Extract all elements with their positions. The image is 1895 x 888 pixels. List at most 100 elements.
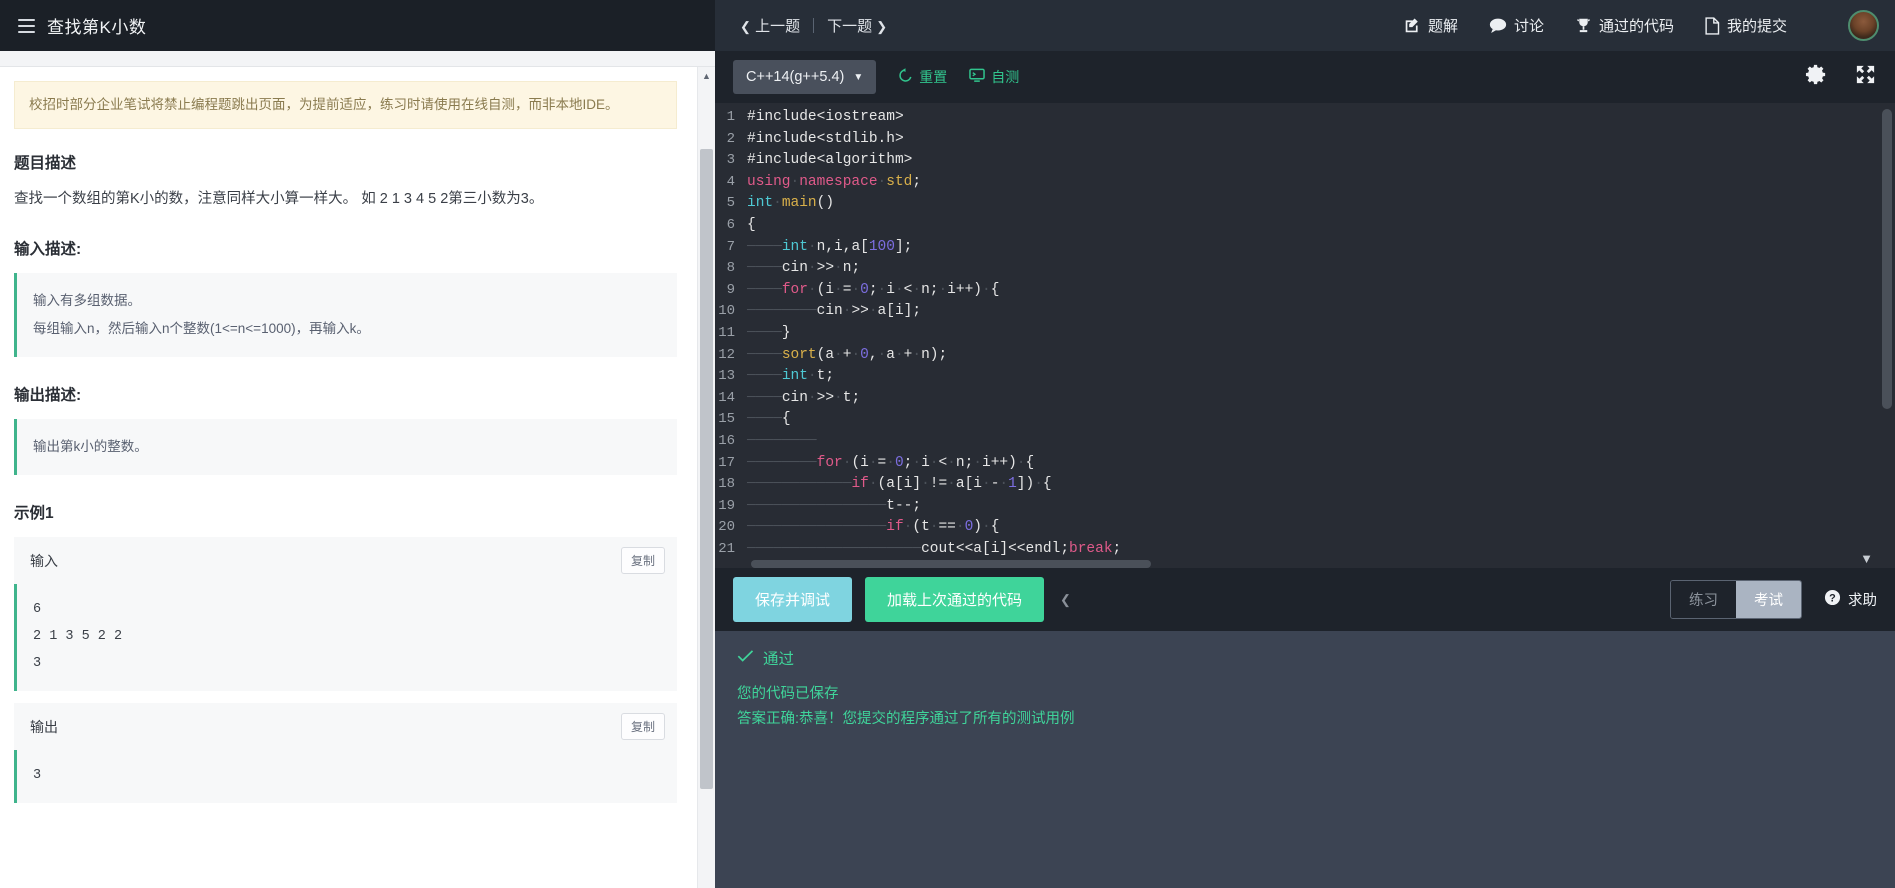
example-output-block: 输出 复制 3 xyxy=(14,703,677,803)
mode-exam-option[interactable]: 考试 xyxy=(1736,581,1801,618)
speech-bubble-icon xyxy=(1489,17,1507,34)
line-content: ────────────────────cout<<a[i]<<endl;bre… xyxy=(747,540,1122,557)
line-content: #include<stdlib.h> xyxy=(747,130,904,147)
reset-button[interactable]: 重置 xyxy=(898,67,947,87)
next-problem-button[interactable]: 下一题 ❯ xyxy=(827,15,887,36)
problem-navigation: ❮ 上一题 下一题 ❯ xyxy=(740,15,887,36)
code-line[interactable]: 5 int·main() xyxy=(715,193,1879,215)
prev-problem-button[interactable]: ❮ 上一题 xyxy=(740,15,800,36)
line-number: 9 xyxy=(726,281,735,298)
code-editor[interactable]: 1 #include<iostream> 2 #include<stdlib.h> 3 #… xyxy=(715,103,1895,568)
line-content: using·namespace·std; xyxy=(747,173,922,190)
line-content: ────for·(i·=·0;·i·<·n;·i++)·{ xyxy=(747,281,1000,298)
copy-output-button[interactable]: 复制 xyxy=(620,713,665,740)
example-output-label: 输出 xyxy=(30,718,58,735)
line-number: 16 xyxy=(718,432,735,449)
header-item-passed-code[interactable]: 通过的代码 xyxy=(1575,15,1674,36)
example-output-value: 3 xyxy=(14,750,677,803)
scroll-up-icon[interactable]: ▲ xyxy=(698,67,715,85)
output-heading: 输出描述: xyxy=(14,387,82,404)
save-and-debug-button[interactable]: 保存并调试 xyxy=(733,577,853,622)
line-content: ────────────if·(a[i]·!=·a[i·-·1])·{ xyxy=(747,476,1052,493)
scrollbar-thumb[interactable] xyxy=(1882,109,1892,409)
gear-icon[interactable] xyxy=(1805,63,1828,91)
line-number: 5 xyxy=(726,195,735,212)
line-number: 19 xyxy=(718,497,735,514)
code-line[interactable]: 16 ──────── xyxy=(715,431,1879,453)
example-heading: 示例1 xyxy=(14,505,54,522)
code-line[interactable]: 18 ────────────if·(a[i]·!=·a[i·-·1])·{ xyxy=(715,474,1879,496)
line-content: int·main() xyxy=(747,195,835,212)
edit-square-icon xyxy=(1404,17,1421,34)
code-line[interactable]: 6{ xyxy=(715,215,1879,237)
line-number: 4 xyxy=(726,173,735,190)
code-line[interactable]: 20 ────────────────if·(t·==·0)·{ xyxy=(715,517,1879,539)
left-panel-scrollbar[interactable]: ▲ xyxy=(697,67,715,888)
code-line[interactable]: 11 ────} xyxy=(715,323,1879,345)
header-item-my-submissions[interactable]: 我的提交 xyxy=(1705,15,1787,36)
code-line[interactable]: 12 ────sort(a·+·0,·a·+·n); xyxy=(715,345,1879,367)
line-content: ────────────────if·(t·==·0)·{ xyxy=(747,519,1000,536)
status-badge: 通过 xyxy=(737,647,1873,669)
example-input-value: 6 2 1 3 5 2 2 3 xyxy=(14,584,677,691)
left-tab-strip xyxy=(0,51,715,67)
header-item-solution[interactable]: 题解 xyxy=(1404,15,1458,36)
line-content: ────int·n,i,a[100]; xyxy=(747,238,913,255)
editor-horizontal-scrollbar[interactable] xyxy=(751,560,1151,568)
line-number: 13 xyxy=(718,368,735,385)
language-selector[interactable]: C++14(g++5.4) ▼ xyxy=(733,60,877,94)
self-test-button[interactable]: 自测 xyxy=(969,67,1019,87)
monitor-icon xyxy=(969,68,986,86)
code-line[interactable]: 2 #include<stdlib.h> xyxy=(715,129,1879,151)
status-message: 您的代码已保存 xyxy=(737,686,839,702)
code-line[interactable]: 3 #include<algorithm> xyxy=(715,150,1879,172)
load-last-passed-code-button[interactable]: 加载上次通过的代码 xyxy=(865,577,1045,622)
line-number: 7 xyxy=(726,238,735,255)
code-line[interactable]: 1 #include<iostream> xyxy=(715,107,1879,129)
input-desc-line: 每组输入n，然后输入n个整数(1<=n<=1000)，再输入k。 xyxy=(33,321,370,336)
editor-scrollbar[interactable] xyxy=(1879,103,1895,568)
code-line[interactable]: 8 ────cin·>>·n; xyxy=(715,258,1879,280)
mode-practice-option[interactable]: 练习 xyxy=(1671,581,1736,618)
code-line[interactable]: 14 ────cin·>>·t; xyxy=(715,388,1879,410)
chevron-down-icon: ▼ xyxy=(853,71,864,83)
hamburger-icon[interactable] xyxy=(18,18,35,33)
check-icon xyxy=(737,649,754,668)
code-line[interactable]: 21 ────────────────────cout<<a[i]<<endl;b… xyxy=(715,539,1879,561)
code-line[interactable]: 15 ────{ xyxy=(715,409,1879,431)
code-line[interactable]: 4 using·namespace·std; xyxy=(715,172,1879,194)
chevron-left-icon: ❮ xyxy=(740,19,751,34)
help-button[interactable]: ? 求助 xyxy=(1824,589,1877,610)
line-content: ────cin·>>·t; xyxy=(747,389,861,406)
line-number: 18 xyxy=(718,476,735,493)
code-line[interactable]: 13 ────int·t; xyxy=(715,366,1879,388)
status-message: 答案正确:恭喜！您提交的程序通过了所有的测试用例 xyxy=(737,711,1075,727)
header-actions: 题解 讨论 通过的代码 我的提交 xyxy=(1404,10,1879,41)
chevron-down-icon[interactable]: ▼ xyxy=(1860,551,1873,566)
line-content: ────int·t; xyxy=(747,368,835,385)
copy-input-button[interactable]: 复制 xyxy=(620,547,665,574)
line-content: ────────for·(i·=·0;·i·<·n;·i++)·{ xyxy=(747,454,1035,471)
line-content: #include<iostream> xyxy=(747,109,904,125)
avatar[interactable] xyxy=(1848,10,1879,41)
code-line[interactable]: 17 ────────for·(i·=·0;·i·<·n;·i++)·{ xyxy=(715,453,1879,475)
nav-divider xyxy=(813,18,815,33)
header-right-section: ❮ 上一题 下一题 ❯ 题解 讨论 通过的代码 我的提交 xyxy=(715,0,1895,51)
code-lines-container[interactable]: 1 #include<iostream> 2 #include<stdlib.h> 3 #… xyxy=(715,103,1879,568)
input-desc-line: 输入有多组数据。 xyxy=(33,293,141,308)
code-line[interactable]: 7 ────int·n,i,a[100]; xyxy=(715,237,1879,259)
code-editor-panel: C++14(g++5.4) ▼ 重置 自测 1 #include<iostrea… xyxy=(715,51,1895,888)
fullscreen-icon[interactable] xyxy=(1854,63,1877,91)
code-line[interactable]: 9 ────for·(i·=·0;·i·<·n;·i++)·{ xyxy=(715,280,1879,302)
scrollbar-thumb[interactable] xyxy=(700,149,713,789)
chevron-left-icon[interactable]: ❮ xyxy=(1060,592,1071,608)
line-number: 2 xyxy=(726,130,735,147)
editor-action-bar: 保存并调试 加载上次通过的代码 ❮ 练习 考试 ? 求助 xyxy=(715,568,1895,631)
line-content: ────sort(a·+·0,·a·+·n); xyxy=(747,346,948,363)
line-content: #include<algorithm> xyxy=(747,152,913,169)
top-header: 查找第K小数 ❮ 上一题 下一题 ❯ 题解 讨论 通过的代码 我的提交 xyxy=(0,0,1895,51)
trophy-icon xyxy=(1575,17,1592,34)
header-item-discussion[interactable]: 讨论 xyxy=(1489,15,1544,36)
code-line[interactable]: 19 ────────────────t--; xyxy=(715,496,1879,518)
code-line[interactable]: 10 ────────cin·>>·a[i]; xyxy=(715,301,1879,323)
